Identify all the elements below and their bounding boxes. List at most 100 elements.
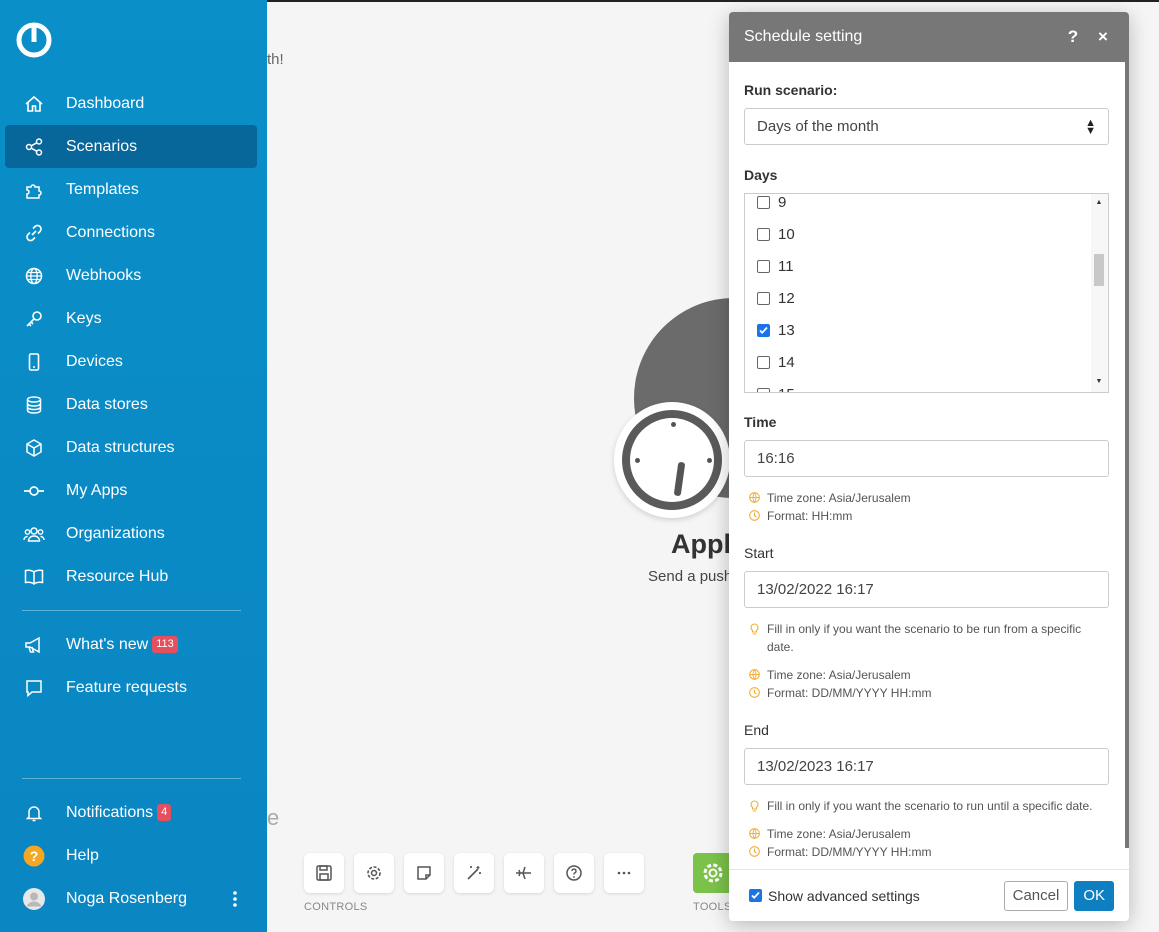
- lightbulb-icon: [748, 620, 760, 635]
- svg-text:?: ?: [30, 848, 39, 864]
- end-hint: Fill in only if you want the scenario to…: [748, 797, 1113, 815]
- day-label: 10: [778, 226, 795, 243]
- start-date-input[interactable]: 13/02/2022 16:17: [744, 571, 1109, 608]
- day-label: 12: [778, 290, 795, 307]
- controls-label: CONTROLS: [304, 901, 368, 913]
- days-listbox[interactable]: 9 10 11 12 13 14 15 ▲ ▼: [744, 193, 1109, 393]
- sidebar-item-connections[interactable]: Connections: [5, 211, 257, 254]
- sidebar-item-data-structures[interactable]: Data structures: [5, 426, 257, 469]
- dialog-scrollbar[interactable]: [1125, 62, 1129, 848]
- save-icon[interactable]: [304, 853, 344, 893]
- magic-wand-icon[interactable]: [454, 853, 494, 893]
- sidebar-item-organizations[interactable]: Organizations: [5, 512, 257, 555]
- sidebar-item-devices[interactable]: Devices: [5, 340, 257, 383]
- day-checkbox[interactable]: [757, 260, 770, 273]
- day-checkbox[interactable]: [757, 196, 770, 209]
- sidebar-item-label: Notifications: [66, 803, 154, 821]
- sidebar-item-help[interactable]: ? Help: [5, 834, 257, 877]
- sidebar-item-keys[interactable]: Keys: [5, 297, 257, 340]
- sidebar-item-scenarios[interactable]: Scenarios: [5, 125, 257, 168]
- sidebar-item-user-profile[interactable]: Noga Rosenberg: [5, 877, 257, 920]
- day-option[interactable]: 15: [757, 386, 795, 392]
- sidebar-item-label: Templates: [66, 180, 139, 198]
- sidebar-item-label: Help: [66, 846, 99, 864]
- sidebar-item-label: Organizations: [66, 524, 165, 542]
- schedule-setting-dialog: Schedule setting ? × Run scenario: Days …: [729, 12, 1129, 921]
- clock-icon: [748, 843, 760, 857]
- sidebar-item-label: Data stores: [66, 395, 148, 413]
- day-checkbox[interactable]: [757, 292, 770, 305]
- run-scenario-select[interactable]: Days of the month ▲ ▼: [744, 108, 1109, 145]
- module-subtitle: Send a push: [648, 568, 733, 585]
- start-time-zone-hint: Time zone: Asia/Jerusalem: [748, 666, 911, 684]
- airplane-icon[interactable]: [504, 853, 544, 893]
- sidebar-item-webhooks[interactable]: Webhooks: [5, 254, 257, 297]
- day-option[interactable]: 12: [757, 290, 795, 307]
- day-checkbox[interactable]: [757, 356, 770, 369]
- day-option[interactable]: 9: [757, 194, 786, 211]
- app-connector-icon: [23, 480, 45, 502]
- settings-gear-icon[interactable]: [354, 853, 394, 893]
- sidebar-divider: [22, 778, 241, 779]
- scroll-up-icon[interactable]: ▲: [1094, 199, 1104, 206]
- book-icon: [23, 566, 45, 588]
- sidebar-item-notifications[interactable]: Notifications 4: [5, 791, 257, 834]
- time-input[interactable]: 16:16: [744, 440, 1109, 477]
- close-icon[interactable]: ×: [1092, 26, 1114, 48]
- controls-toolbar: [304, 853, 644, 893]
- end-format-hint: Format: DD/MM/YYYY HH:mm: [748, 843, 931, 861]
- day-option[interactable]: 14: [757, 354, 795, 371]
- sidebar-item-data-stores[interactable]: Data stores: [5, 383, 257, 426]
- more-options-icon[interactable]: [604, 853, 644, 893]
- sidebar-item-label: Feature requests: [66, 678, 187, 696]
- tools-gear-icon[interactable]: [693, 853, 733, 893]
- day-option[interactable]: 10: [757, 226, 795, 243]
- run-scenario-label: Run scenario:: [744, 82, 838, 98]
- sidebar-item-my-apps[interactable]: My Apps: [5, 469, 257, 512]
- sidebar-item-label: Dashboard: [66, 94, 145, 112]
- sidebar-item-whats-new[interactable]: What's new 113: [5, 623, 257, 666]
- help-circle-icon[interactable]: [554, 853, 594, 893]
- share-nodes-icon: [23, 136, 45, 158]
- globe-icon: [23, 265, 45, 287]
- advanced-settings-label: Show advanced settings: [768, 887, 920, 904]
- sidebar-item-feature-requests[interactable]: Feature requests: [5, 666, 257, 709]
- day-label: 14: [778, 354, 795, 371]
- home-icon: [23, 93, 45, 115]
- lightbulb-icon: [748, 797, 760, 812]
- sidebar-item-label: Connections: [66, 223, 155, 241]
- show-advanced-settings-toggle[interactable]: Show advanced settings: [749, 888, 1004, 904]
- cancel-button[interactable]: Cancel: [1003, 880, 1069, 911]
- day-option[interactable]: 11: [757, 258, 794, 275]
- notifications-count-badge: 4: [157, 804, 172, 821]
- schedule-clock-icon[interactable]: [614, 402, 730, 518]
- notes-icon[interactable]: [404, 853, 444, 893]
- day-checkbox-checked[interactable]: [757, 324, 770, 337]
- globe-icon: [748, 825, 760, 839]
- run-scenario-value: Days of the month: [757, 118, 879, 135]
- make-logo-icon[interactable]: [15, 21, 53, 59]
- globe-icon: [748, 489, 760, 503]
- sidebar-item-label: Resource Hub: [66, 567, 169, 585]
- end-date-value: 13/02/2023 16:17: [757, 758, 874, 775]
- days-scrollbar[interactable]: ▲ ▼: [1091, 194, 1108, 392]
- link-icon: [23, 222, 45, 244]
- day-option[interactable]: 13: [757, 322, 795, 339]
- ok-button[interactable]: OK: [1074, 880, 1114, 911]
- day-checkbox[interactable]: [757, 388, 770, 392]
- tools-label: TOOLS: [693, 901, 732, 913]
- sidebar-item-dashboard[interactable]: Dashboard: [5, 82, 257, 125]
- database-icon: [23, 394, 45, 416]
- kebab-menu-icon[interactable]: [233, 891, 237, 912]
- start-date-value: 13/02/2022 16:17: [757, 581, 874, 598]
- scrollbar-thumb[interactable]: [1094, 254, 1104, 286]
- canvas-text-fragment: th!: [267, 51, 284, 68]
- help-question-icon[interactable]: ?: [1062, 26, 1084, 48]
- advanced-settings-checkbox[interactable]: [749, 889, 762, 902]
- end-date-input[interactable]: 13/02/2023 16:17: [744, 748, 1109, 785]
- scroll-down-icon[interactable]: ▼: [1094, 378, 1104, 385]
- sidebar-item-resource-hub[interactable]: Resource Hub: [5, 555, 257, 598]
- day-checkbox[interactable]: [757, 228, 770, 241]
- select-caret-icon: ▲ ▼: [1085, 116, 1096, 137]
- sidebar-item-templates[interactable]: Templates: [5, 168, 257, 211]
